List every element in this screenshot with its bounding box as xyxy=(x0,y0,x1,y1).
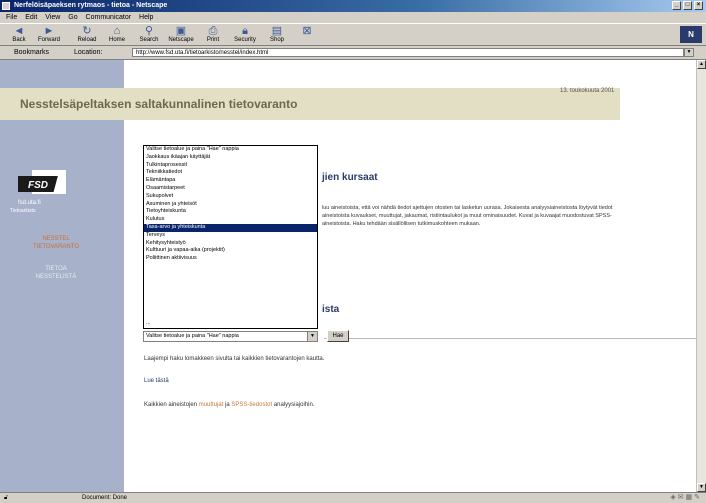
menu-help[interactable]: Help xyxy=(139,14,153,21)
intro-paragraph: luu aineistoista, että voi nähdä tiedot … xyxy=(322,205,613,227)
status-bar: 🔓︎ Document: Done ◈ ✉ ▦ ✎ xyxy=(0,492,706,503)
component-bar[interactable]: ◈ ✉ ▦ ✎ xyxy=(670,493,700,503)
minimize-icon[interactable]: _ xyxy=(672,1,681,10)
dropdown-option[interactable]: Jaokkaus ikäajan käyttäjät xyxy=(144,154,317,162)
status-text: Document: Done xyxy=(82,495,128,501)
newsgroups-icon[interactable]: ▦ xyxy=(686,494,693,501)
nav-link-tietovaranto[interactable]: NESSTEL TIETOVARANTO xyxy=(16,235,96,251)
netscape-icon: ▣ xyxy=(175,25,187,37)
menu-go[interactable]: Go xyxy=(68,14,77,21)
window-title: Nerfelöisäpaeksen rytmaos - tietoa - Net… xyxy=(14,2,168,9)
dropdown-option-selected[interactable]: Tasa-arvo ja yhteiskunta xyxy=(144,223,317,232)
scroll-up-icon[interactable]: ▲ xyxy=(697,60,706,69)
menu-view[interactable]: View xyxy=(45,14,60,21)
composer-icon[interactable]: ✎ xyxy=(694,494,700,501)
forward-arrow-icon: ► xyxy=(43,25,55,37)
reload-icon: ↻ xyxy=(82,25,92,37)
back-button[interactable]: ◄ Back xyxy=(4,25,34,45)
dropdown-option[interactable]: Asuminen ja yhteisöt xyxy=(144,201,317,209)
read-more-link[interactable]: Lue tästä xyxy=(144,378,169,384)
location-label: Location: xyxy=(74,49,103,56)
dropdown-option[interactable]: Terveys xyxy=(144,232,317,240)
stop-button[interactable]: ⊠ xyxy=(292,25,322,45)
netscape-throbber-icon: N xyxy=(680,26,702,43)
back-arrow-icon: ◄ xyxy=(13,25,25,37)
page-viewport: FSD fsd.uta.fi Tietoarkisto NESSTEL TIET… xyxy=(0,60,696,492)
security-button[interactable]: 🔒︎ Security xyxy=(230,25,260,45)
search-button[interactable]: Hae xyxy=(327,330,349,342)
reload-button[interactable]: ↻ Reload xyxy=(72,25,102,45)
dropdown-option[interactable]: Kulttuuri ja vapaa-aika (projektit) xyxy=(144,247,317,255)
dropdown-option[interactable]: Osaamistarpeet xyxy=(144,185,317,193)
logo-caption: fsd.uta.fi xyxy=(18,200,41,206)
dropdown-option[interactable]: Valitse tietoalue ja paina "Hae" nappia xyxy=(144,146,317,154)
dropdown-option[interactable]: Poliittinen aktiivisuus xyxy=(144,255,317,263)
close-icon[interactable]: × xyxy=(694,1,703,10)
stop-icon: ⊠ xyxy=(302,25,312,37)
fsd-logo: FSD xyxy=(18,170,66,194)
window-controls: _ □ × xyxy=(672,1,703,10)
svg-text:FSD: FSD xyxy=(28,180,48,191)
vertical-scrollbar[interactable]: ▲ ▼ xyxy=(696,60,706,492)
menu-communicator[interactable]: Communicator xyxy=(86,14,132,21)
url-history-dropdown-icon[interactable]: ▼ xyxy=(684,48,694,57)
main-content: jien kursaat luu aineistoista, että voi … xyxy=(124,60,696,492)
home-icon: ⌂ xyxy=(113,25,121,37)
search-icon: ⚲ xyxy=(144,25,154,37)
dropdown-option[interactable]: Tekniikkatiedot xyxy=(144,169,317,177)
bookmarks-button[interactable]: Bookmarks xyxy=(14,46,49,60)
logo-subcaption: Tietoarkisto xyxy=(10,208,36,214)
print-button[interactable]: ⎙ Print xyxy=(198,25,228,45)
shop-button[interactable]: ▤ Shop xyxy=(262,25,292,45)
section-title-search: ista xyxy=(322,304,340,315)
app-icon xyxy=(2,2,10,10)
search-button[interactable]: ⚲ Search xyxy=(134,25,164,45)
info-line-1: Laajempi haku lomakkeen sivulta tai kaik… xyxy=(144,356,325,362)
left-navigation-column: FSD fsd.uta.fi Tietoarkisto NESSTEL TIET… xyxy=(0,60,124,492)
dropdown-option[interactable]: Tietoyhteiskunta xyxy=(144,208,317,216)
window-title-bar: Nerfelöisäpaeksen rytmaos - tietoa - Net… xyxy=(0,0,706,12)
home-button[interactable]: ⌂ Home xyxy=(102,25,132,45)
dropdown-option[interactable]: Sukupolvet xyxy=(144,193,317,201)
location-toolbar: Bookmarks Location: http://www.fsd.uta.f… xyxy=(0,46,706,60)
maximize-icon[interactable]: □ xyxy=(683,1,692,10)
netscape-button[interactable]: ▣ Netscape xyxy=(166,25,196,45)
print-icon: ⎙ xyxy=(208,25,218,37)
nav-link-tietoa[interactable]: TIETOA NESSTELISTÄ xyxy=(16,265,96,281)
menu-bar: File Edit View Go Communicator Help xyxy=(0,12,706,23)
security-lock-icon[interactable]: 🔓︎ xyxy=(4,493,8,503)
menu-edit[interactable]: Edit xyxy=(25,14,37,21)
forward-button[interactable]: ► Forward xyxy=(34,25,64,45)
dropdown-option[interactable]: Tulkintaprosessit xyxy=(144,162,317,170)
chevron-down-icon: ▼ xyxy=(307,332,317,341)
topic-dropdown-list[interactable]: Valitse tietoalue ja paina "Hae" nappia … xyxy=(143,145,318,329)
navigation-toolbar: ◄ Back ► Forward ↻ Reload ⌂ Home ⚲ Search ▣ Ne… xyxy=(0,23,706,46)
dropdown-option[interactable]: Kehitysyhteistyö xyxy=(144,240,317,248)
navigator-icon[interactable]: ◈ xyxy=(670,494,675,501)
menu-file[interactable]: File xyxy=(6,14,17,21)
scroll-down-icon[interactable]: ▼ xyxy=(697,483,706,492)
shop-icon: ▤ xyxy=(271,25,283,37)
dropdown-option[interactable]: Elämäntapa xyxy=(144,177,317,185)
security-icon: 🔒︎ xyxy=(242,25,248,37)
spss-files-link[interactable]: SPSS-tiedostot xyxy=(231,402,272,408)
section-title-courses: jien kursaat xyxy=(322,172,378,183)
url-field[interactable]: http://www.fsd.uta.fi/tietoarkisto/nesst… xyxy=(132,48,684,57)
dropdown-option[interactable]: ... xyxy=(146,320,151,326)
mail-icon[interactable]: ✉ xyxy=(678,494,684,501)
topic-select[interactable]: Valitse tietoalue ja paina "Hae" nappia … xyxy=(143,331,318,342)
info-line-3: Kaikkien aineistojen muuttujat ja SPSS-t… xyxy=(144,402,315,408)
divider xyxy=(324,338,696,339)
variables-link[interactable]: muuttujat xyxy=(199,402,224,408)
dropdown-option[interactable]: Kulutus xyxy=(144,216,317,224)
